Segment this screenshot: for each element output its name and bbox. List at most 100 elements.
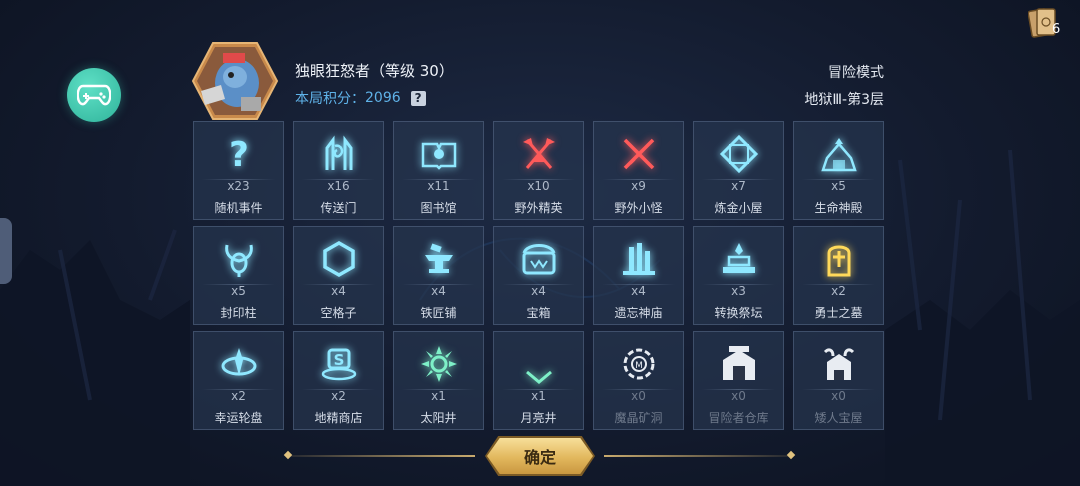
book-icon — [421, 142, 457, 170]
tile-name: 矮人宝屋 — [814, 411, 863, 425]
seal-pillar-icon — [225, 244, 253, 277]
room-tile[interactable]: x5 生命神殿 — [793, 121, 884, 220]
room-tile[interactable]: x0 矮人宝屋 — [793, 331, 884, 430]
room-tile[interactable]: x5 封印柱 — [193, 226, 284, 325]
tile-name: 野外精英 — [514, 201, 563, 215]
gamepad-button[interactable] — [67, 68, 121, 122]
tile-name: 空格子 — [320, 306, 357, 320]
portal-icon — [325, 135, 353, 170]
tile-count: x0 — [731, 389, 746, 403]
tile-name: 野外小怪 — [614, 201, 663, 215]
tile-name: 地精商店 — [314, 411, 363, 425]
wheel-icon — [221, 348, 257, 376]
tile-name: 随机事件 — [214, 201, 263, 215]
tile-count: x5 — [231, 284, 246, 298]
tile-count: x2 — [831, 284, 846, 298]
anvil-icon — [425, 243, 453, 273]
tile-name: 幸运轮盘 — [214, 411, 263, 425]
room-tile[interactable]: x4 宝箱 — [493, 226, 584, 325]
room-tile[interactable]: x3 转换祭坛 — [693, 226, 784, 325]
tile-name: 图书馆 — [420, 201, 457, 215]
tile-count: x0 — [831, 389, 846, 403]
tile-count: x23 — [227, 179, 250, 193]
tile-count: x4 — [431, 284, 446, 298]
crossed-axes-icon — [523, 138, 555, 169]
tile-name: 魔晶矿洞 — [614, 411, 663, 425]
player-avatar — [191, 42, 279, 120]
tile-name: 转换祭坛 — [714, 306, 763, 320]
room-tile[interactable]: x1 太阳井 — [393, 331, 484, 430]
chest-icon — [522, 244, 556, 275]
room-tile[interactable]: x16 传送门 — [293, 121, 384, 220]
tile-name: 炼金小屋 — [714, 201, 763, 215]
tile-count: x1 — [431, 389, 446, 403]
svg-text:M: M — [635, 361, 643, 371]
tile-count: x4 — [531, 284, 546, 298]
tile-name: 遗忘神庙 — [614, 306, 663, 320]
confirm-bar: 确定 — [283, 436, 796, 476]
room-tile[interactable]: x4 遗忘神庙 — [593, 226, 684, 325]
tile-name: 月亮井 — [520, 411, 557, 425]
tile-count: x9 — [631, 179, 646, 193]
room-tile-grid: ? x23 随机事件 x16 传送门 x11 图书馆 x10 野外精英 x9 野外小怪 x7 炼金小屋 x… — [193, 121, 885, 430]
tile-count: x4 — [331, 284, 346, 298]
sun-icon — [421, 346, 457, 382]
tile-count: x2 — [231, 389, 246, 403]
moon-icon — [526, 350, 552, 384]
tile-name: 铁匠铺 — [420, 306, 457, 320]
tile-count: x4 — [631, 284, 646, 298]
altar-icon — [723, 243, 755, 273]
room-tile[interactable]: ? x23 随机事件 — [193, 121, 284, 220]
side-drawer-tab[interactable] — [0, 218, 12, 284]
room-tile[interactable]: x4 空格子 — [293, 226, 384, 325]
room-tile[interactable]: x9 野外小怪 — [593, 121, 684, 220]
tile-name: 传送门 — [320, 201, 357, 215]
floor-label: 地狱Ⅲ-第3层 — [804, 92, 884, 108]
tile-count: x7 — [731, 179, 746, 193]
tile-count: x0 — [631, 389, 646, 403]
room-tile[interactable]: Mx0 魔晶矿洞 — [593, 331, 684, 430]
mine-icon: M — [623, 348, 655, 380]
room-tile[interactable]: x7 炼金小屋 — [693, 121, 784, 220]
tile-count: x3 — [731, 284, 746, 298]
tile-count: x10 — [527, 179, 550, 193]
svg-text:?: ? — [229, 135, 249, 174]
decor-line-right — [604, 455, 792, 457]
room-tile[interactable]: x11 图书馆 — [393, 121, 484, 220]
temple-icon — [821, 138, 857, 172]
gamepad-icon — [77, 84, 111, 106]
shop-icon: S — [321, 348, 357, 381]
tomb-icon — [827, 245, 851, 277]
room-tile[interactable]: x10 野外精英 — [493, 121, 584, 220]
tile-count: x2 — [331, 389, 346, 403]
tile-count: x16 — [327, 179, 350, 193]
tile-count: x11 — [427, 179, 450, 193]
tile-name: 宝箱 — [526, 306, 551, 320]
room-tile[interactable]: x1 月亮井 — [493, 331, 584, 430]
tile-name: 勇士之墓 — [814, 306, 863, 320]
svg-text:S: S — [334, 351, 345, 369]
tile-count: x5 — [831, 179, 846, 193]
warehouse-icon — [723, 346, 755, 380]
tile-name: 封印柱 — [220, 306, 257, 320]
room-tile[interactable]: Sx2 地精商店 — [293, 331, 384, 430]
room-tile[interactable]: x2 勇士之墓 — [793, 226, 884, 325]
tile-count: x1 — [531, 389, 546, 403]
game-mode-label: 冒险模式 — [828, 65, 884, 81]
player-name: 独眼狂怒者（等级 30） — [295, 62, 454, 80]
card-count: 6 — [1052, 22, 1061, 37]
hexagon-icon — [323, 240, 355, 278]
ruins-icon — [623, 243, 655, 275]
tile-name: 冒险者仓库 — [708, 411, 769, 425]
help-icon[interactable]: ? — [410, 90, 426, 106]
question-icon: ? — [229, 135, 249, 174]
room-tile[interactable]: x0 冒险者仓库 — [693, 331, 784, 430]
confirm-button[interactable]: 确定 — [487, 438, 593, 474]
room-tile[interactable]: x2 幸运轮盘 — [193, 331, 284, 430]
dwarf-house-icon — [823, 348, 855, 380]
tile-name: 太阳井 — [420, 411, 457, 425]
score-row: 本局积分： 2096 ? — [295, 88, 426, 108]
tile-name: 生命神殿 — [814, 201, 863, 215]
score-label: 本局积分： — [295, 91, 365, 107]
room-tile[interactable]: x4 铁匠铺 — [393, 226, 484, 325]
